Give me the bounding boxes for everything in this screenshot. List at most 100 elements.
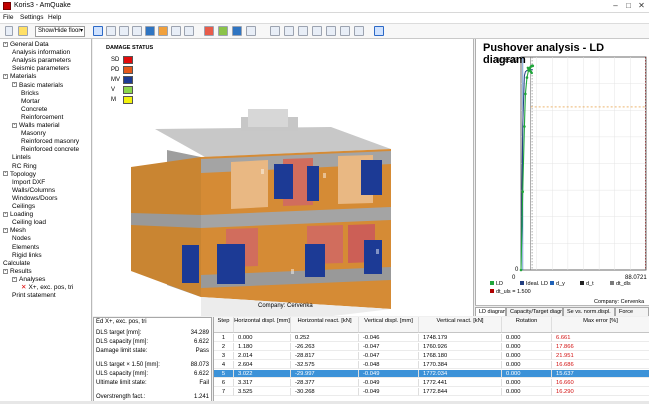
table-cell[interactable]: 2.014 <box>234 352 291 360</box>
section-icon[interactable] <box>204 26 214 36</box>
expand-collapse-icon[interactable]: - <box>12 82 17 88</box>
search-icon[interactable] <box>326 26 336 36</box>
color-icon[interactable] <box>171 26 181 36</box>
walls-icon[interactable] <box>158 26 168 36</box>
grid-icon[interactable] <box>132 26 142 36</box>
table-cell[interactable]: -0.047 <box>359 343 419 351</box>
selection-icon[interactable] <box>218 26 228 36</box>
table-row[interactable]: 6 <box>214 379 234 387</box>
results-table[interactable]: Step Horizontal displ. [mm] Horizontal rea… <box>213 317 649 403</box>
tree-item[interactable]: Rigid links <box>12 252 42 260</box>
tree-item[interactable]: Concrete <box>21 106 47 114</box>
table-cell[interactable]: 3.022 <box>234 370 291 378</box>
view-3d-icon[interactable] <box>93 26 103 36</box>
expand-collapse-icon[interactable]: - <box>3 41 8 47</box>
table-cell[interactable]: 1748.179 <box>419 334 502 342</box>
tree-item[interactable]: ✕ X+, exc. pos, tri <box>21 284 73 292</box>
tree-item[interactable]: Reinforced concrete <box>21 146 79 154</box>
rotate-icon[interactable] <box>232 26 242 36</box>
table-cell[interactable]: 0.000 <box>502 334 552 342</box>
table-cell[interactable]: 1.180 <box>234 343 291 351</box>
table-row[interactable]: 7 <box>214 388 234 396</box>
expand-collapse-icon[interactable]: - <box>3 171 8 177</box>
table-cell[interactable]: -0.049 <box>359 379 419 387</box>
table-cell[interactable]: -29.997 <box>291 370 359 378</box>
tree-item[interactable]: Windows/Doors <box>12 195 58 203</box>
tree-item[interactable]: Lintels <box>12 154 31 162</box>
tab-force[interactable]: Force <box>615 307 649 316</box>
expand-collapse-icon[interactable]: - <box>3 74 8 80</box>
table-cell[interactable]: 16.660 <box>552 379 649 387</box>
tree-item[interactable]: RC Ring <box>12 163 37 171</box>
table-cell[interactable]: 1772.844 <box>419 388 502 396</box>
table-header[interactable]: Horizontal react. [kN] <box>291 317 359 333</box>
table-cell[interactable]: 16.290 <box>552 388 649 396</box>
tab-capacity-target[interactable]: Capacity/Target diagram <box>506 307 563 316</box>
tree-item[interactable]: - Analyses <box>12 276 45 284</box>
table-row[interactable]: 5 <box>214 370 234 378</box>
tree-item[interactable]: Print statement <box>12 292 56 300</box>
table-header[interactable]: Step <box>214 317 234 333</box>
table-cell[interactable]: 1760.926 <box>419 343 502 351</box>
settings-icon[interactable] <box>340 26 350 36</box>
table-cell[interactable]: 0.000 <box>502 352 552 360</box>
table-cell[interactable]: 17.866 <box>552 343 649 351</box>
table-cell[interactable]: 15.637 <box>552 370 649 378</box>
crosshair-icon[interactable] <box>374 26 384 36</box>
menu-settings[interactable]: Settings <box>20 14 44 21</box>
table-cell[interactable]: 1772.034 <box>419 370 502 378</box>
tree-item[interactable]: Ceiling load <box>12 219 46 227</box>
tree-item[interactable]: - Basic materials <box>12 82 63 90</box>
cube-icon[interactable] <box>145 26 155 36</box>
hide-icon[interactable] <box>184 26 194 36</box>
tree-item[interactable]: Calculate <box>3 260 30 268</box>
table-cell[interactable]: -28.817 <box>291 352 359 360</box>
tree-item[interactable]: Import DXF <box>12 179 45 187</box>
table-cell[interactable]: 21.951 <box>552 352 649 360</box>
table-cell[interactable]: 1772.441 <box>419 379 502 387</box>
table-header[interactable]: Horizontal displ. [mm] <box>234 317 291 333</box>
undo-icon[interactable] <box>5 26 13 36</box>
tree-item[interactable]: - General Data <box>3 41 49 49</box>
fit-icon[interactable] <box>119 26 129 36</box>
menu-file[interactable]: File <box>3 14 13 21</box>
tab-ld-diagram[interactable]: LD diagram <box>475 307 506 316</box>
tree-item[interactable]: Mortar <box>21 98 40 106</box>
table-cell[interactable]: -0.048 <box>359 361 419 369</box>
table-cell[interactable]: 0.000 <box>502 343 552 351</box>
table-cell[interactable]: 16.686 <box>552 361 649 369</box>
tree-item[interactable]: Nodes <box>12 235 31 243</box>
table-cell[interactable]: -0.047 <box>359 352 419 360</box>
minimize-button[interactable]: – <box>610 1 621 11</box>
expand-collapse-icon[interactable]: - <box>12 122 17 128</box>
table-cell[interactable]: 0.000 <box>502 379 552 387</box>
magnifier-icon[interactable] <box>354 26 364 36</box>
table-row[interactable]: 4 <box>214 361 234 369</box>
tree-item[interactable]: Masonry <box>21 130 46 138</box>
expand-collapse-icon[interactable]: - <box>3 228 8 234</box>
expand-collapse-icon[interactable]: - <box>3 211 8 217</box>
tree-item[interactable]: - Walls material <box>12 122 60 130</box>
tree-item[interactable]: - Loading <box>3 211 33 219</box>
tree-item[interactable]: Bricks <box>21 90 39 98</box>
tree-item[interactable]: Walls/Columns <box>12 187 55 195</box>
table-header[interactable]: Vertical react. [kN] <box>419 317 502 333</box>
info-icon[interactable] <box>18 26 28 36</box>
maximize-button[interactable]: □ <box>623 1 634 11</box>
tree-item[interactable]: - Topology <box>3 171 36 179</box>
tab-se-vs-displ[interactable]: Se vs. norm.displ. <box>563 307 615 316</box>
close-button[interactable]: ✕ <box>636 1 647 11</box>
table-header[interactable]: Vertical displ. [mm] <box>359 317 419 333</box>
table-cell[interactable]: -30.268 <box>291 388 359 396</box>
zoom-extent-icon[interactable] <box>298 26 308 36</box>
tree-item[interactable]: Reinforced masonry <box>21 138 79 146</box>
table-cell[interactable]: -26.263 <box>291 343 359 351</box>
tree-item[interactable]: - Mesh <box>3 227 26 235</box>
table-cell[interactable]: -28.377 <box>291 379 359 387</box>
table-cell[interactable]: 6.661 <box>552 334 649 342</box>
table-header[interactable]: Rotation <box>502 317 552 333</box>
table-cell[interactable]: 3.525 <box>234 388 291 396</box>
table-row[interactable]: 1 <box>214 334 234 342</box>
tree-item[interactable]: Reinforcement <box>21 114 63 122</box>
frame-icon[interactable] <box>106 26 116 36</box>
